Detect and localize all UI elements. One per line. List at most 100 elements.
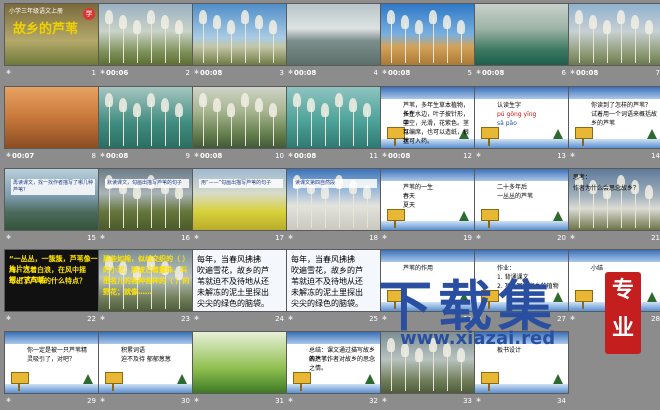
slide-thumbnail-13[interactable]: 认读生字 pú gōng yīng sā pǎo ✱ 13	[474, 86, 569, 162]
slide-transition-icon: ✱	[6, 315, 12, 322]
slide-transition-icon: ✱	[476, 69, 482, 76]
reed-stalk	[151, 183, 152, 228]
signboard-post	[18, 383, 20, 391]
slide-thumbnail-30[interactable]: 积累词语 迫不及待 郁郁葱葱 ✱ 30	[98, 331, 193, 407]
slide-meta: ✱ 00:08 3	[192, 67, 287, 79]
reed-stalk	[297, 183, 298, 228]
slide-preview[interactable]: 那些如棉，似绒交织的（ ）的小河；那被沾着露珠、叫不 出名儿的各种各样的（ ）的野…	[98, 249, 193, 312]
slide-meta: ✱ 00:07 8	[4, 150, 99, 162]
signboard-post	[582, 138, 584, 146]
slide-text-line: 那些如棉，似绒交织的（ ）	[103, 255, 190, 263]
slide-meta: ✱ 00:08 4	[286, 67, 381, 79]
slide-preview[interactable]: 总结：课文通过描写故乡的芦苇， 表达了作者对故乡的思念之情。	[286, 331, 381, 394]
slide-transition-icon: ✱	[288, 152, 294, 159]
slide-preview[interactable]	[286, 3, 381, 66]
reed-stalk	[635, 188, 636, 228]
slide-preview[interactable]: “一丛丛，一簇簇，芦苇像一片片大 海，泛着白浪，在风中摇摆。”这句话 写出了芦苇的什…	[4, 249, 99, 312]
slide-thumbnail-21[interactable]: 思考： 作者为什么会思念故乡？ ✱ 21	[568, 168, 660, 244]
slide-thumbnail-17[interactable]: 用“——”勾画出描写芦苇的句子 ✱ 17	[192, 168, 287, 244]
slide-preview[interactable]	[98, 86, 193, 149]
reed-plume	[133, 103, 141, 117]
slide-preview[interactable]: 思考： 作者为什么会思念故乡？	[568, 168, 660, 231]
slide-timing: 00:08	[388, 69, 411, 77]
slide-preview[interactable]: 每年，当春风拂拂 吹遍雪花，故乡的芦 苇就迫不及待地从还 未解冻的泥土里探出 尖尖的绿色…	[286, 249, 381, 312]
reed-plume	[589, 15, 597, 29]
slide-preview[interactable]	[192, 331, 287, 394]
slide-thumbnail-6[interactable]: ✱ 00:08 6	[474, 3, 569, 79]
slide-thumbnail-10[interactable]: ✱ 00:08 10	[192, 86, 287, 162]
slide-thumbnail-5[interactable]: ✱ 00:08 5	[380, 3, 475, 79]
slide-thumbnail-22[interactable]: “一丛丛，一簇簇，芦苇像一片片大 海，泛着白浪，在风中摇摆。”这句话 写出了芦苇的什…	[4, 249, 99, 325]
slide-preview[interactable]	[474, 3, 569, 66]
slide-preview[interactable]	[286, 86, 381, 149]
slide-text-line: 迫不及待 郁郁葱葱	[121, 356, 171, 363]
slide-thumbnail-16[interactable]: 默读课文，勾画出描写芦苇的句子 ✱ 16	[98, 168, 193, 244]
slide-preview[interactable]	[98, 3, 193, 66]
slide-thumbnail-25[interactable]: 每年，当春风拂拂 吹遍雪花，故乡的芦 苇就迫不及待地从还 未解冻的泥土里探出 尖尖的绿色…	[286, 249, 381, 325]
slide-preview[interactable]: 每年，当春风拂拂 吹遍雪花，故乡的芦 苇就迫不及待地从还 未解冻的泥土里探出 尖尖的绿色…	[192, 249, 287, 312]
slide-number: 17	[275, 234, 284, 242]
slide-meta: ✱ 00:08 6	[474, 67, 569, 79]
signboard-post	[112, 383, 114, 391]
slide-thumbnail-31[interactable]: ✱ 31	[192, 331, 287, 407]
slide-preview[interactable]: 你读到了怎样的芦苇？ 试着用一个词语来概括故乡的芦苇	[568, 86, 660, 149]
slide-preview[interactable]	[4, 86, 99, 149]
slide-preview[interactable]: 认读生字 pú gōng yīng sā pǎo	[474, 86, 569, 149]
slide-transition-icon: ✱	[100, 397, 106, 404]
slide-transition-icon: ✱	[476, 152, 482, 159]
slide-preview[interactable]: 芦苇，多年生草本植物，多生 长在水边，叶子披针形，茎 中空，光滑，花紫色。茎可 以编席…	[380, 86, 475, 149]
slide-thumbnail-9[interactable]: ✱ 00:08 9	[98, 86, 193, 162]
slide-thumbnail-3[interactable]: ✱ 00:08 3	[192, 3, 287, 79]
slide-thumbnail-23[interactable]: 那些如棉，似绒交织的（ ）的小河；那被沾着露珠、叫不 出名儿的各种各样的（ ）的野…	[98, 249, 193, 325]
slide-text-line: 一丛丛的芦苇	[497, 193, 534, 200]
slide-timing: 00:08	[388, 152, 411, 160]
reed-plume	[575, 10, 583, 24]
slide-preview[interactable]: 积累词语 迫不及待 郁郁葱葱	[98, 331, 193, 394]
slide-text-line: 尖尖的绿色的脑袋。	[291, 299, 363, 308]
slide-thumbnail-18[interactable]: 读课文第四自然段 ✱ 18	[286, 168, 381, 244]
slide-thumbnail-12[interactable]: 芦苇，多年生草本植物，多生 长在水边，叶子披针形，茎 中空，光滑，花紫色。茎可 以编席…	[380, 86, 475, 162]
reed-stalk	[447, 23, 448, 63]
slide-preview[interactable]: 读课文第四自然段	[286, 168, 381, 231]
reed-plume	[363, 103, 371, 117]
signboard-post	[394, 220, 396, 228]
slide-preview[interactable]: 用“——”勾画出描写芦苇的句子	[192, 168, 287, 231]
slide-text-line: 未解冻的泥土里探出	[291, 288, 363, 297]
slide-preview[interactable]: 默读课文，勾画出描写芦苇的句子	[98, 168, 193, 231]
slide-preview[interactable]	[192, 86, 287, 149]
slide-preview[interactable]	[568, 3, 660, 66]
slide-text-line: 尖尖的绿色的脑袋。	[197, 299, 269, 308]
slide-text-line: 思考：	[573, 174, 592, 181]
slide-meta: ✱ 00:08 12	[380, 150, 475, 162]
slide-preview[interactable]: 芦苇的一生 春天 夏天	[380, 168, 475, 231]
slide-thumbnail-14[interactable]: 你读到了怎样的芦苇？ 试着用一个词语来概括故乡的芦苇 ✱ 14	[568, 86, 660, 162]
slide-text-line: 未解冻的泥土里探出	[197, 288, 269, 297]
reed-stalk	[433, 18, 434, 63]
slide-thumbnail-4[interactable]: ✱ 00:08 4	[286, 3, 381, 79]
slide-number: 31	[275, 397, 284, 405]
slide-transition-icon: ✱	[6, 69, 12, 76]
slide-thumbnail-1[interactable]: 小学三年级语文上册 故乡的芦苇学 ✱ 1	[4, 3, 99, 79]
slide-preview[interactable]	[380, 3, 475, 66]
slide-thumbnail-29[interactable]: 你一定是被一只芦苇精 灵吸引了，对吧？ ✱ 29	[4, 331, 99, 407]
slide-preview[interactable]: 小学三年级语文上册 故乡的芦苇学	[4, 3, 99, 66]
reed-stalk	[123, 106, 124, 146]
slide-preview[interactable]: 二十多年后 一丛丛的芦苇	[474, 168, 569, 231]
reed-stalk	[203, 101, 204, 146]
slide-thumbnail-24[interactable]: 每年，当春风拂拂 吹遍雪花，故乡的芦 苇就迫不及待地从还 未解冻的泥土里探出 尖尖的绿色…	[192, 249, 287, 325]
slide-thumbnail-19[interactable]: 芦苇的一生 春天 夏天 ✱ 19	[380, 168, 475, 244]
slide-preview[interactable]: 再读课文，找一找作者描写了哪几种芦苇？	[4, 168, 99, 231]
slide-thumbnail-7[interactable]: ✱ 00:08 7	[568, 3, 660, 79]
slide-thumbnail-11[interactable]: ✱ 00:08 11	[286, 86, 381, 162]
slide-thumbnail-2[interactable]: ✱ 00:06 2	[98, 3, 193, 79]
slide-preview[interactable]: 你一定是被一只芦苇精 灵吸引了，对吧？	[4, 331, 99, 394]
slide-thumbnail-20[interactable]: 二十多年后 一丛丛的芦苇 ✱ 20	[474, 168, 569, 244]
slide-number: 6	[561, 69, 566, 77]
reed-plume	[119, 15, 127, 29]
slide-thumbnail-32[interactable]: 总结：课文通过描写故乡的芦苇， 表达了作者对故乡的思念之情。 ✱ 32	[286, 331, 381, 407]
slide-preview[interactable]	[192, 3, 287, 66]
slide-thumbnail-8[interactable]: ✱ 00:07 8	[4, 86, 99, 162]
reed-stalk	[109, 18, 110, 63]
slide-thumbnail-15[interactable]: 再读课文，找一找作者描写了哪几种芦苇？ ✱ 15	[4, 168, 99, 244]
slide-meta: ✱ 30	[98, 395, 193, 407]
